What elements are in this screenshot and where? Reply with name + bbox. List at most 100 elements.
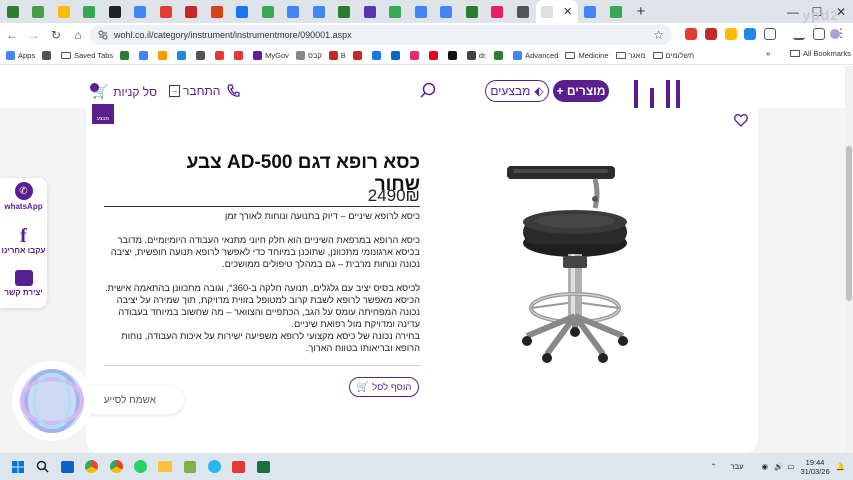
search-icon[interactable] — [420, 82, 436, 98]
whatsapp-taskbar-icon[interactable] — [129, 453, 154, 480]
bookmark-item[interactable] — [158, 50, 170, 60]
bookmark-item[interactable] — [42, 50, 54, 60]
file-explorer-icon[interactable] — [153, 453, 178, 480]
browser-tab[interactable] — [153, 0, 179, 23]
cart-link[interactable]: 🛒 סל קניות — [92, 84, 157, 100]
battery-icon[interactable]: ▭ — [787, 462, 794, 471]
bookmark-item[interactable] — [428, 50, 441, 60]
scrollbar-thumb[interactable] — [846, 146, 852, 301]
browser-tab-active[interactable]: ✕ — [535, 0, 578, 23]
browser-tab[interactable] — [578, 0, 604, 23]
back-icon[interactable]: ← — [2, 28, 22, 42]
notifications-icon[interactable]: 🔔 — [836, 462, 845, 471]
login-link[interactable]: התחבר → — [169, 84, 220, 98]
extension-icon[interactable] — [725, 28, 737, 40]
browser-tab[interactable] — [26, 0, 52, 23]
bookmark-item[interactable] — [215, 50, 227, 60]
search-taskbar-icon[interactable] — [31, 453, 56, 480]
browser-tab[interactable] — [281, 0, 307, 23]
browser-tab[interactable] — [102, 0, 128, 23]
new-tab-icon[interactable]: + — [637, 3, 646, 20]
bookmark-item[interactable]: Saved Tabs — [61, 51, 113, 60]
browser-menu-icon[interactable]: ⋮ — [835, 26, 847, 40]
bookmark-item[interactable]: קבס — [295, 50, 322, 60]
bookmark-item[interactable] — [177, 50, 189, 60]
browser-tab[interactable] — [332, 0, 358, 23]
bookmark-item[interactable] — [447, 50, 460, 60]
whatsapp-button[interactable]: ✆ whatsApp — [0, 182, 47, 211]
outlook-icon[interactable] — [55, 453, 80, 480]
bookmark-item[interactable] — [120, 50, 132, 60]
app-icon[interactable] — [178, 453, 203, 480]
download-icon[interactable] — [793, 28, 805, 40]
url-text[interactable]: wohl.co.il/category/instrument/instrumen… — [114, 30, 352, 40]
browser-tab[interactable] — [603, 0, 629, 23]
bookmark-item[interactable] — [371, 50, 384, 60]
add-to-cart-button[interactable]: הוסף לסל 🛒 — [349, 377, 419, 397]
bookmark-item[interactable]: תשלומים — [652, 51, 694, 60]
browser-tab[interactable] — [255, 0, 281, 23]
extensions-puzzle-icon[interactable] — [764, 28, 776, 40]
address-bar[interactable]: wohl.co.il/category/instrument/instrumen… — [90, 25, 672, 45]
tray-chevron-icon[interactable]: ⌃ — [710, 462, 716, 471]
browser-tab[interactable] — [459, 0, 485, 23]
page-scrollbar[interactable] — [845, 66, 853, 453]
product-image[interactable] — [495, 158, 645, 368]
bookmark-item[interactable] — [390, 50, 403, 60]
home-icon[interactable]: ⌂ — [68, 28, 88, 42]
browser-tab[interactable] — [408, 0, 434, 23]
bookmark-item[interactable]: dr. — [466, 50, 487, 60]
excel-icon[interactable] — [251, 453, 276, 480]
chat-avatar[interactable] — [10, 359, 94, 443]
bookmark-item[interactable]: Apps — [6, 50, 35, 60]
forward-icon[interactable]: → — [24, 28, 44, 42]
bookmark-item[interactable]: Medicine — [565, 51, 609, 60]
browser-tab[interactable] — [204, 0, 230, 23]
browser-tab[interactable] — [230, 0, 256, 23]
close-tab-icon[interactable]: ✕ — [563, 5, 572, 18]
bookmark-item[interactable]: מאגר — [615, 51, 646, 60]
bookmark-star-icon[interactable]: ☆ — [653, 28, 664, 42]
browser-tab[interactable] — [357, 0, 383, 23]
bookmarks-overflow[interactable]: » — [766, 49, 770, 58]
language-indicator[interactable]: עבר — [731, 462, 744, 471]
products-button[interactable]: + מוצרים — [553, 80, 609, 102]
deals-button[interactable]: מבצעים ⬖ — [485, 80, 549, 102]
bookmark-item[interactable] — [139, 50, 151, 60]
bookmark-item[interactable]: B — [328, 50, 346, 60]
chrome-profile-icon[interactable] — [104, 453, 129, 480]
extension-icon[interactable] — [744, 28, 756, 40]
app-icon[interactable] — [202, 453, 227, 480]
browser-tab[interactable] — [510, 0, 536, 23]
bookmark-item[interactable] — [409, 50, 422, 60]
browser-tab[interactable] — [51, 0, 77, 23]
browser-tab[interactable] — [383, 0, 409, 23]
start-button[interactable] — [6, 453, 31, 480]
browser-tab[interactable] — [128, 0, 154, 23]
browser-tab[interactable] — [434, 0, 460, 23]
bookmark-item[interactable] — [196, 50, 208, 60]
browser-tab[interactable] — [0, 0, 26, 23]
wishlist-heart-icon[interactable] — [734, 114, 748, 127]
browser-tab[interactable] — [77, 0, 103, 23]
bookmark-item[interactable]: MyGov — [253, 50, 289, 60]
extension-icon[interactable] — [685, 28, 697, 40]
bookmark-item[interactable] — [494, 50, 506, 60]
sidepanel-icon[interactable] — [813, 28, 825, 40]
contact-button[interactable]: יצירת קשר — [0, 270, 47, 297]
reload-icon[interactable]: ↻ — [46, 28, 66, 42]
chrome-icon[interactable] — [80, 453, 105, 480]
volume-icon[interactable]: 🔊 — [774, 462, 783, 471]
bookmark-item[interactable] — [352, 50, 365, 60]
browser-tab[interactable] — [306, 0, 332, 23]
all-bookmarks[interactable]: All Bookmarks — [790, 49, 851, 58]
clock[interactable]: 19:44 31/03/26 — [800, 458, 829, 476]
extension-icon[interactable] — [705, 28, 717, 40]
wifi-icon[interactable]: ◉ — [761, 462, 768, 471]
browser-tab[interactable] — [485, 0, 511, 23]
phone-icon[interactable] — [226, 83, 242, 99]
bookmark-item[interactable]: Advanced — [513, 50, 558, 60]
facebook-button[interactable]: f עקבו אחרינו — [0, 226, 47, 255]
site-info-icon[interactable] — [98, 30, 108, 40]
bookmark-item[interactable] — [234, 50, 246, 60]
